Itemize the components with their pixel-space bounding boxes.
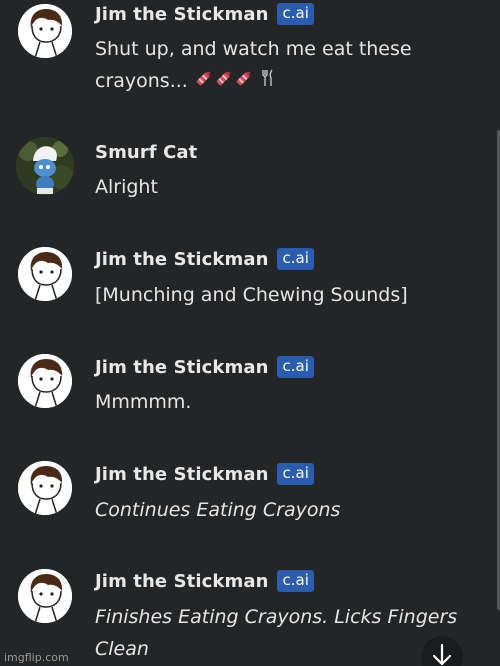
message-text: Shut up, and watch me eat these crayons.… [95, 33, 465, 98]
avatar[interactable] [18, 354, 72, 408]
crayon-icon [194, 66, 254, 98]
ai-badge: c.ai [277, 356, 314, 378]
arrow-down-icon [429, 642, 455, 666]
avatar[interactable] [18, 569, 72, 623]
avatar[interactable] [18, 247, 72, 301]
sender-name[interactable]: Smurf Cat [95, 142, 197, 163]
message-text: Continues Eating Crayons [95, 499, 341, 521]
message-text: Mmmmm. [95, 391, 192, 413]
fork-and-knife-icon [260, 66, 276, 98]
sender-name[interactable]: Jim the Stickman [95, 249, 268, 270]
avatar[interactable] [18, 4, 72, 58]
ai-badge: c.ai [277, 570, 314, 592]
sender-name[interactable]: Jim the Stickman [95, 464, 268, 485]
message-text: [Munching and Chewing Sounds] [95, 284, 408, 306]
ai-badge: c.ai [277, 3, 314, 25]
sender-name[interactable]: Jim the Stickman [95, 4, 268, 25]
sender-name[interactable]: Jim the Stickman [95, 571, 268, 592]
ai-badge: c.ai [277, 463, 314, 485]
sender-name[interactable]: Jim the Stickman [95, 357, 268, 378]
avatar[interactable] [18, 461, 72, 515]
message-text: Finishes Eating Crayons. Licks Fingers C… [95, 606, 458, 660]
ai-badge: c.ai [277, 248, 314, 270]
avatar[interactable] [16, 137, 74, 195]
message-text: Alright [95, 176, 158, 198]
watermark: imgflip.com [4, 651, 69, 664]
chat-messages[interactable]: Jim the Stickman c.ai Shut up, and watch… [0, 0, 500, 666]
